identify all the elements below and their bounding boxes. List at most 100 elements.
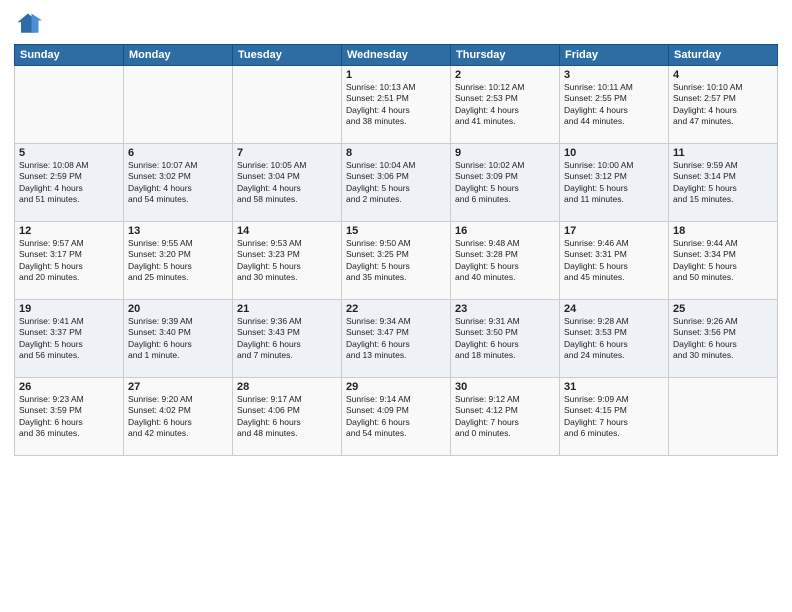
day-number: 26 — [19, 381, 119, 393]
day-number: 9 — [455, 147, 555, 159]
day-info: Sunrise: 9:55 AM Sunset: 3:20 PM Dayligh… — [128, 238, 228, 284]
calendar-week-5: 26Sunrise: 9:23 AM Sunset: 3:59 PM Dayli… — [15, 378, 778, 456]
calendar-cell: 13Sunrise: 9:55 AM Sunset: 3:20 PM Dayli… — [124, 222, 233, 300]
calendar-cell: 9Sunrise: 10:02 AM Sunset: 3:09 PM Dayli… — [451, 144, 560, 222]
day-number: 15 — [346, 225, 446, 237]
weekday-header-wednesday: Wednesday — [342, 45, 451, 66]
calendar-cell: 25Sunrise: 9:26 AM Sunset: 3:56 PM Dayli… — [669, 300, 778, 378]
calendar-cell: 20Sunrise: 9:39 AM Sunset: 3:40 PM Dayli… — [124, 300, 233, 378]
day-info: Sunrise: 9:14 AM Sunset: 4:09 PM Dayligh… — [346, 394, 446, 440]
weekday-header-thursday: Thursday — [451, 45, 560, 66]
day-info: Sunrise: 10:12 AM Sunset: 2:53 PM Daylig… — [455, 82, 555, 128]
day-number: 8 — [346, 147, 446, 159]
calendar-cell — [669, 378, 778, 456]
day-number: 13 — [128, 225, 228, 237]
day-number: 1 — [346, 69, 446, 81]
calendar-cell: 24Sunrise: 9:28 AM Sunset: 3:53 PM Dayli… — [560, 300, 669, 378]
day-info: Sunrise: 9:34 AM Sunset: 3:47 PM Dayligh… — [346, 316, 446, 362]
calendar-cell: 6Sunrise: 10:07 AM Sunset: 3:02 PM Dayli… — [124, 144, 233, 222]
day-number: 29 — [346, 381, 446, 393]
day-number: 7 — [237, 147, 337, 159]
day-info: Sunrise: 10:04 AM Sunset: 3:06 PM Daylig… — [346, 160, 446, 206]
calendar-cell: 31Sunrise: 9:09 AM Sunset: 4:15 PM Dayli… — [560, 378, 669, 456]
calendar-week-4: 19Sunrise: 9:41 AM Sunset: 3:37 PM Dayli… — [15, 300, 778, 378]
calendar-cell: 22Sunrise: 9:34 AM Sunset: 3:47 PM Dayli… — [342, 300, 451, 378]
calendar-cell: 29Sunrise: 9:14 AM Sunset: 4:09 PM Dayli… — [342, 378, 451, 456]
day-info: Sunrise: 9:20 AM Sunset: 4:02 PM Dayligh… — [128, 394, 228, 440]
calendar-cell: 23Sunrise: 9:31 AM Sunset: 3:50 PM Dayli… — [451, 300, 560, 378]
day-number: 25 — [673, 303, 773, 315]
weekday-header-row: SundayMondayTuesdayWednesdayThursdayFrid… — [15, 45, 778, 66]
day-info: Sunrise: 9:09 AM Sunset: 4:15 PM Dayligh… — [564, 394, 664, 440]
day-info: Sunrise: 10:02 AM Sunset: 3:09 PM Daylig… — [455, 160, 555, 206]
day-info: Sunrise: 10:00 AM Sunset: 3:12 PM Daylig… — [564, 160, 664, 206]
calendar-cell: 11Sunrise: 9:59 AM Sunset: 3:14 PM Dayli… — [669, 144, 778, 222]
calendar-cell: 19Sunrise: 9:41 AM Sunset: 3:37 PM Dayli… — [15, 300, 124, 378]
day-info: Sunrise: 9:48 AM Sunset: 3:28 PM Dayligh… — [455, 238, 555, 284]
day-info: Sunrise: 10:13 AM Sunset: 2:51 PM Daylig… — [346, 82, 446, 128]
day-info: Sunrise: 9:23 AM Sunset: 3:59 PM Dayligh… — [19, 394, 119, 440]
calendar-cell: 27Sunrise: 9:20 AM Sunset: 4:02 PM Dayli… — [124, 378, 233, 456]
day-info: Sunrise: 9:44 AM Sunset: 3:34 PM Dayligh… — [673, 238, 773, 284]
day-number: 30 — [455, 381, 555, 393]
day-info: Sunrise: 9:31 AM Sunset: 3:50 PM Dayligh… — [455, 316, 555, 362]
page: SundayMondayTuesdayWednesdayThursdayFrid… — [0, 0, 792, 612]
calendar-cell: 28Sunrise: 9:17 AM Sunset: 4:06 PM Dayli… — [233, 378, 342, 456]
day-number: 10 — [564, 147, 664, 159]
calendar-cell — [124, 66, 233, 144]
day-info: Sunrise: 10:10 AM Sunset: 2:57 PM Daylig… — [673, 82, 773, 128]
day-number: 18 — [673, 225, 773, 237]
day-info: Sunrise: 9:53 AM Sunset: 3:23 PM Dayligh… — [237, 238, 337, 284]
logo-icon — [14, 10, 42, 38]
weekday-header-tuesday: Tuesday — [233, 45, 342, 66]
day-number: 21 — [237, 303, 337, 315]
calendar-cell: 10Sunrise: 10:00 AM Sunset: 3:12 PM Dayl… — [560, 144, 669, 222]
calendar-cell — [15, 66, 124, 144]
day-number: 2 — [455, 69, 555, 81]
day-number: 4 — [673, 69, 773, 81]
calendar-cell — [233, 66, 342, 144]
calendar-cell: 8Sunrise: 10:04 AM Sunset: 3:06 PM Dayli… — [342, 144, 451, 222]
calendar-cell: 17Sunrise: 9:46 AM Sunset: 3:31 PM Dayli… — [560, 222, 669, 300]
calendar-cell: 18Sunrise: 9:44 AM Sunset: 3:34 PM Dayli… — [669, 222, 778, 300]
day-info: Sunrise: 10:08 AM Sunset: 2:59 PM Daylig… — [19, 160, 119, 206]
calendar-cell: 14Sunrise: 9:53 AM Sunset: 3:23 PM Dayli… — [233, 222, 342, 300]
calendar-week-3: 12Sunrise: 9:57 AM Sunset: 3:17 PM Dayli… — [15, 222, 778, 300]
weekday-header-saturday: Saturday — [669, 45, 778, 66]
day-info: Sunrise: 10:11 AM Sunset: 2:55 PM Daylig… — [564, 82, 664, 128]
day-info: Sunrise: 9:41 AM Sunset: 3:37 PM Dayligh… — [19, 316, 119, 362]
weekday-header-monday: Monday — [124, 45, 233, 66]
day-number: 6 — [128, 147, 228, 159]
header — [14, 10, 778, 38]
day-info: Sunrise: 9:12 AM Sunset: 4:12 PM Dayligh… — [455, 394, 555, 440]
calendar-table: SundayMondayTuesdayWednesdayThursdayFrid… — [14, 44, 778, 456]
day-info: Sunrise: 10:07 AM Sunset: 3:02 PM Daylig… — [128, 160, 228, 206]
day-number: 11 — [673, 147, 773, 159]
calendar-cell: 5Sunrise: 10:08 AM Sunset: 2:59 PM Dayli… — [15, 144, 124, 222]
day-info: Sunrise: 9:46 AM Sunset: 3:31 PM Dayligh… — [564, 238, 664, 284]
day-number: 28 — [237, 381, 337, 393]
day-info: Sunrise: 9:26 AM Sunset: 3:56 PM Dayligh… — [673, 316, 773, 362]
logo — [14, 10, 46, 38]
weekday-header-sunday: Sunday — [15, 45, 124, 66]
calendar-cell: 2Sunrise: 10:12 AM Sunset: 2:53 PM Dayli… — [451, 66, 560, 144]
day-number: 31 — [564, 381, 664, 393]
day-info: Sunrise: 9:17 AM Sunset: 4:06 PM Dayligh… — [237, 394, 337, 440]
day-number: 3 — [564, 69, 664, 81]
calendar-cell: 15Sunrise: 9:50 AM Sunset: 3:25 PM Dayli… — [342, 222, 451, 300]
day-number: 16 — [455, 225, 555, 237]
calendar-cell: 12Sunrise: 9:57 AM Sunset: 3:17 PM Dayli… — [15, 222, 124, 300]
day-info: Sunrise: 9:36 AM Sunset: 3:43 PM Dayligh… — [237, 316, 337, 362]
day-info: Sunrise: 9:57 AM Sunset: 3:17 PM Dayligh… — [19, 238, 119, 284]
day-info: Sunrise: 9:50 AM Sunset: 3:25 PM Dayligh… — [346, 238, 446, 284]
calendar-cell: 7Sunrise: 10:05 AM Sunset: 3:04 PM Dayli… — [233, 144, 342, 222]
day-number: 5 — [19, 147, 119, 159]
calendar-cell: 3Sunrise: 10:11 AM Sunset: 2:55 PM Dayli… — [560, 66, 669, 144]
calendar-cell: 16Sunrise: 9:48 AM Sunset: 3:28 PM Dayli… — [451, 222, 560, 300]
calendar-week-2: 5Sunrise: 10:08 AM Sunset: 2:59 PM Dayli… — [15, 144, 778, 222]
calendar-cell: 30Sunrise: 9:12 AM Sunset: 4:12 PM Dayli… — [451, 378, 560, 456]
day-number: 14 — [237, 225, 337, 237]
day-number: 12 — [19, 225, 119, 237]
calendar-cell: 1Sunrise: 10:13 AM Sunset: 2:51 PM Dayli… — [342, 66, 451, 144]
calendar-cell: 4Sunrise: 10:10 AM Sunset: 2:57 PM Dayli… — [669, 66, 778, 144]
